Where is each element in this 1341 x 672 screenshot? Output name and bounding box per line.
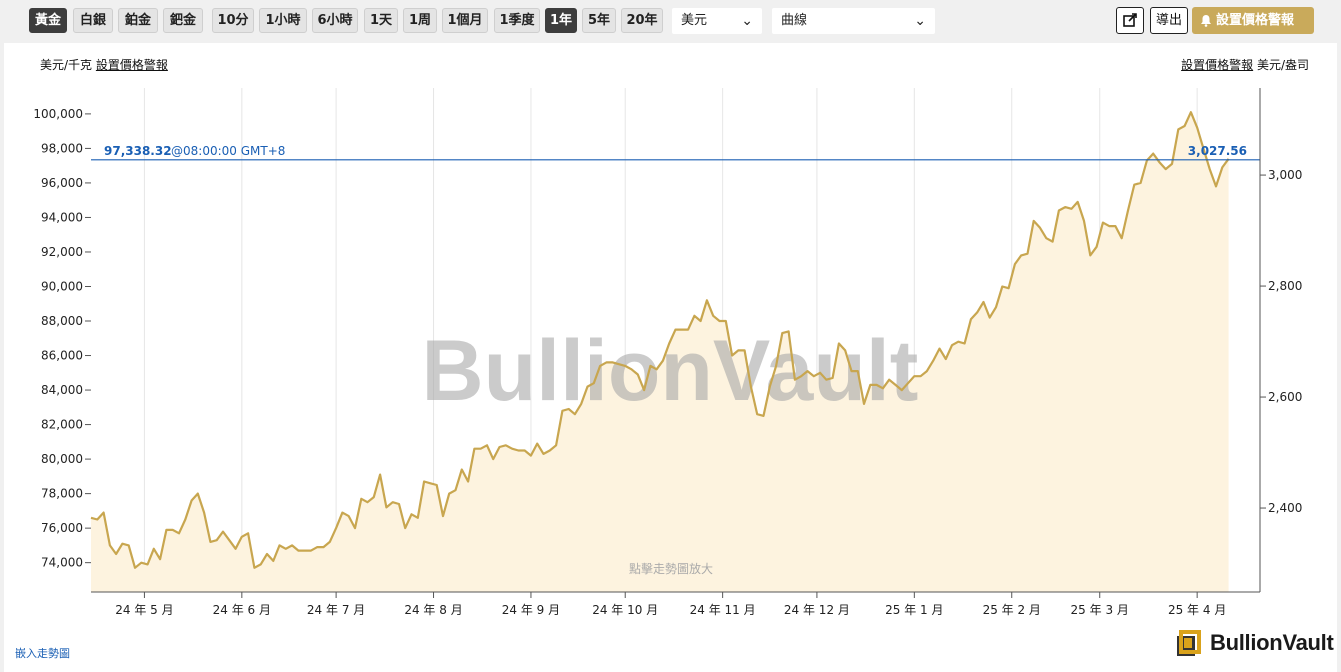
price-chart[interactable]: BullionVault 97,338.32 @08:00:00 GMT+8 3… — [0, 0, 1341, 672]
x-tick-label: 24 年 6 月 — [213, 603, 271, 617]
y-right-tick-label: 3,000 — [1268, 168, 1302, 182]
x-tick-label: 24 年 8 月 — [404, 603, 462, 617]
x-tick-label: 24 年 7 月 — [307, 603, 365, 617]
x-tick-label: 24 年 12 月 — [784, 603, 850, 617]
zoom-hint: 點擊走勢圖放大 — [629, 561, 713, 576]
x-tick-label: 25 年 3 月 — [1071, 603, 1129, 617]
current-price-time: @08:00:00 GMT+8 — [171, 144, 285, 158]
y-tick-label: 86,000 — [41, 349, 83, 363]
y-tick-label: 92,000 — [41, 245, 83, 259]
x-tick-label: 25 年 4 月 — [1168, 603, 1226, 617]
current-price-kg: 97,338.32 — [104, 144, 172, 158]
current-price-oz: 3,027.56 — [1188, 144, 1247, 158]
y-tick-label: 74,000 — [41, 556, 83, 570]
y-tick-label: 82,000 — [41, 418, 83, 432]
y-axis-left: 74,000 76,000 78,000 80,000 82,000 84,000 86,0… — [33, 107, 91, 570]
x-tick-label: 25 年 2 月 — [983, 603, 1041, 617]
y-tick-label: 98,000 — [41, 141, 83, 155]
x-tick-label: 24 年 11 月 — [690, 603, 756, 617]
y-axis-right: 2,400 2,600 2,800 3,000 — [1260, 168, 1302, 515]
y-right-tick-label: 2,600 — [1268, 390, 1302, 404]
y-tick-label: 80,000 — [41, 452, 83, 466]
watermark: BullionVault — [422, 323, 919, 419]
y-tick-label: 76,000 — [41, 521, 83, 535]
y-right-tick-label: 2,400 — [1268, 501, 1302, 515]
y-tick-label: 96,000 — [41, 176, 83, 190]
x-tick-label: 24 年 5 月 — [115, 603, 173, 617]
y-tick-label: 94,000 — [41, 210, 83, 224]
x-tick-label: 24 年 10 月 — [592, 603, 658, 617]
x-axis: 24 年 5 月 24 年 6 月 24 年 7 月 24 年 8 月 24 年 9 月… — [115, 592, 1226, 617]
x-tick-label: 24 年 9 月 — [502, 603, 560, 617]
y-tick-label: 78,000 — [41, 487, 83, 501]
x-tick-label: 25 年 1 月 — [885, 603, 943, 617]
y-tick-label: 88,000 — [41, 314, 83, 328]
y-tick-label: 84,000 — [41, 383, 83, 397]
y-right-tick-label: 2,800 — [1268, 279, 1302, 293]
y-tick-label: 90,000 — [41, 279, 83, 293]
y-tick-label: 100,000 — [33, 107, 83, 121]
